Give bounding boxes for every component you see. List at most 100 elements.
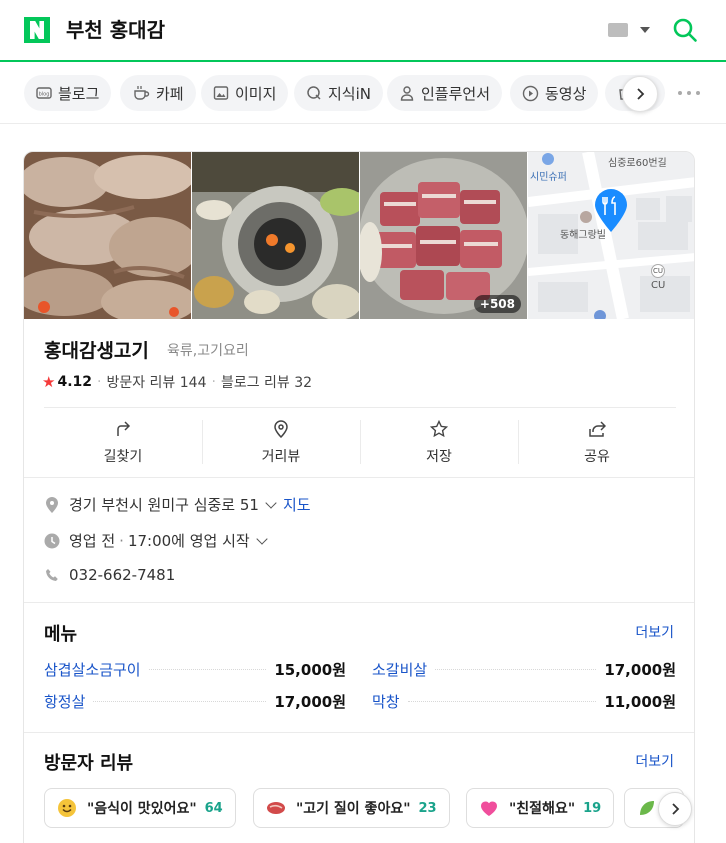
search-tabs: blog 블로그 카페 이미지 지식iN 인플루언서 동영상 xyxy=(0,64,726,124)
menu-item-price: 17,000원 xyxy=(274,692,346,711)
search-query[interactable]: 부천 홍대감 xyxy=(66,14,165,46)
clock-icon xyxy=(44,533,60,549)
dotted-leader xyxy=(93,700,267,702)
menu-more-link[interactable]: 더보기 xyxy=(635,622,674,642)
menu-item-name: 항정살 xyxy=(44,692,86,711)
chevron-down-icon[interactable] xyxy=(265,496,277,509)
location-pin-icon xyxy=(274,420,288,438)
tab-label: 이미지 xyxy=(235,84,277,103)
chevron-down-icon[interactable] xyxy=(256,532,268,545)
review-keyword-chip[interactable]: "고기 질이 좋아요" 23 xyxy=(253,788,450,828)
place-name[interactable]: 홍대감생고기 xyxy=(44,336,149,363)
reviews-section-title: 방문자 리뷰 xyxy=(44,753,134,774)
address-row: 경기 부천시 원미구 심중로 51 지도 xyxy=(44,494,311,515)
tab-image[interactable]: 이미지 xyxy=(201,75,289,111)
smile-emoji-icon xyxy=(58,799,76,817)
phone-number[interactable]: 032-662-7481 xyxy=(69,566,175,584)
directions-button[interactable]: 길찾기 xyxy=(44,418,202,466)
divider xyxy=(24,602,694,603)
tab-label: 인플루언서 xyxy=(421,84,491,103)
photo-2[interactable] xyxy=(192,152,359,319)
person-icon xyxy=(400,86,414,101)
dot-separator: · xyxy=(119,531,124,550)
action-label: 공유 xyxy=(584,449,610,465)
blog-icon: blog xyxy=(36,87,52,99)
building-icon xyxy=(580,211,592,223)
chevron-down-icon[interactable] xyxy=(640,27,650,33)
tab-label: 카페 xyxy=(156,84,184,103)
raw-pork-photo xyxy=(360,152,527,319)
place-category: 육류,고기요리 xyxy=(167,343,249,359)
image-icon xyxy=(213,86,229,100)
hours-row[interactable]: 영업 전 · 17:00에 영업 시작 xyxy=(44,530,268,551)
photo-strip: +508 심중로60번길 시민슈퍼 동해그랑빌 CU CU xyxy=(24,152,694,319)
address-text[interactable]: 경기 부천시 원미구 심중로 51 xyxy=(69,494,259,515)
keyword-text: "친절해요" xyxy=(509,801,576,817)
star-icon: ★ xyxy=(42,373,56,391)
svg-text:blog: blog xyxy=(39,92,50,98)
photo-3[interactable]: +508 xyxy=(360,152,527,319)
tab-influencer[interactable]: 인플루언서 xyxy=(387,75,503,111)
cu-icon: CU xyxy=(651,264,665,278)
kin-q-icon xyxy=(307,86,321,100)
menu-item-name: 소갈비살 xyxy=(372,660,428,679)
menu-item-name: 삼겹살소금구이 xyxy=(44,660,141,679)
menu-item[interactable]: 항정살 17,000원 xyxy=(44,690,346,712)
map-link[interactable]: 지도 xyxy=(283,494,311,515)
map-street-label: 심중로60번길 xyxy=(608,158,667,169)
restaurant-pin-icon[interactable] xyxy=(593,188,629,234)
tab-cafe[interactable]: 카페 xyxy=(120,75,196,111)
chevron-right-icon xyxy=(672,803,680,815)
menu-item[interactable]: 삼겹살소금구이 15,000원 xyxy=(44,658,346,680)
dotted-leader xyxy=(435,668,597,670)
place-stats: ★ 4.12 · 방문자 리뷰 144 · 블로그 리뷰 32 xyxy=(42,372,312,392)
keyword-text: "음식이 맛있어요" xyxy=(87,801,197,817)
divider xyxy=(24,477,694,478)
cafe-cup-icon xyxy=(134,86,150,100)
map-thumbnail[interactable]: 심중로60번길 시민슈퍼 동해그랑빌 CU CU xyxy=(528,152,694,319)
grill-table-photo xyxy=(192,152,359,319)
keywords-next-button[interactable] xyxy=(658,792,692,826)
action-label: 저장 xyxy=(426,449,452,465)
star-icon xyxy=(430,420,448,438)
photo-1[interactable] xyxy=(24,152,191,319)
streetview-button[interactable]: 거리뷰 xyxy=(202,418,360,466)
dotted-leader xyxy=(148,668,267,670)
map-poi-icon xyxy=(594,310,606,319)
map-store-label: 시민슈퍼 xyxy=(530,172,567,183)
photo-count-badge: +508 xyxy=(473,295,521,313)
directions-icon xyxy=(117,421,131,436)
menu-item-price: 15,000원 xyxy=(274,660,346,679)
keyword-text: "고기 질이 좋아요" xyxy=(296,801,411,817)
map-cu-label: CU xyxy=(651,280,666,291)
visitor-review-link[interactable]: 방문자 리뷰 144 xyxy=(106,372,206,392)
tab-label: 블로그 xyxy=(58,84,100,103)
save-button[interactable]: 저장 xyxy=(360,418,518,466)
keyword-count: 23 xyxy=(418,800,437,816)
action-label: 길찾기 xyxy=(103,449,143,465)
tab-video[interactable]: 동영상 xyxy=(510,75,599,111)
store-icon xyxy=(542,153,554,165)
dot-separator: · xyxy=(211,374,216,390)
heart-emoji-icon xyxy=(481,801,497,816)
tabs-next-button[interactable] xyxy=(622,76,658,112)
menu-item-name: 막창 xyxy=(372,692,400,711)
menu-item[interactable]: 소갈비살 17,000원 xyxy=(372,658,676,680)
review-keyword-chip[interactable]: "친절해요" 19 xyxy=(466,788,615,828)
more-tabs-icon[interactable] xyxy=(678,88,700,98)
share-icon xyxy=(589,421,606,437)
reviews-more-link[interactable]: 더보기 xyxy=(635,751,674,771)
hours-status: 영업 전 xyxy=(69,532,116,550)
naver-logo-icon[interactable] xyxy=(24,17,50,43)
review-keyword-chip[interactable]: "음식이 맛있어요" 64 xyxy=(44,788,236,828)
share-button[interactable]: 공유 xyxy=(518,418,676,466)
tab-label: 동영상 xyxy=(545,84,587,103)
menu-item[interactable]: 막창 11,000원 xyxy=(372,690,676,712)
keyboard-icon[interactable] xyxy=(608,23,628,37)
tab-kin[interactable]: 지식iN xyxy=(294,75,383,111)
place-actions: 길찾기 거리뷰 저장 공유 xyxy=(44,418,676,466)
divider xyxy=(24,732,694,733)
search-icon[interactable] xyxy=(672,17,698,43)
tab-blog[interactable]: blog 블로그 xyxy=(24,75,112,111)
blog-review-link[interactable]: 블로그 리뷰 32 xyxy=(221,372,312,392)
